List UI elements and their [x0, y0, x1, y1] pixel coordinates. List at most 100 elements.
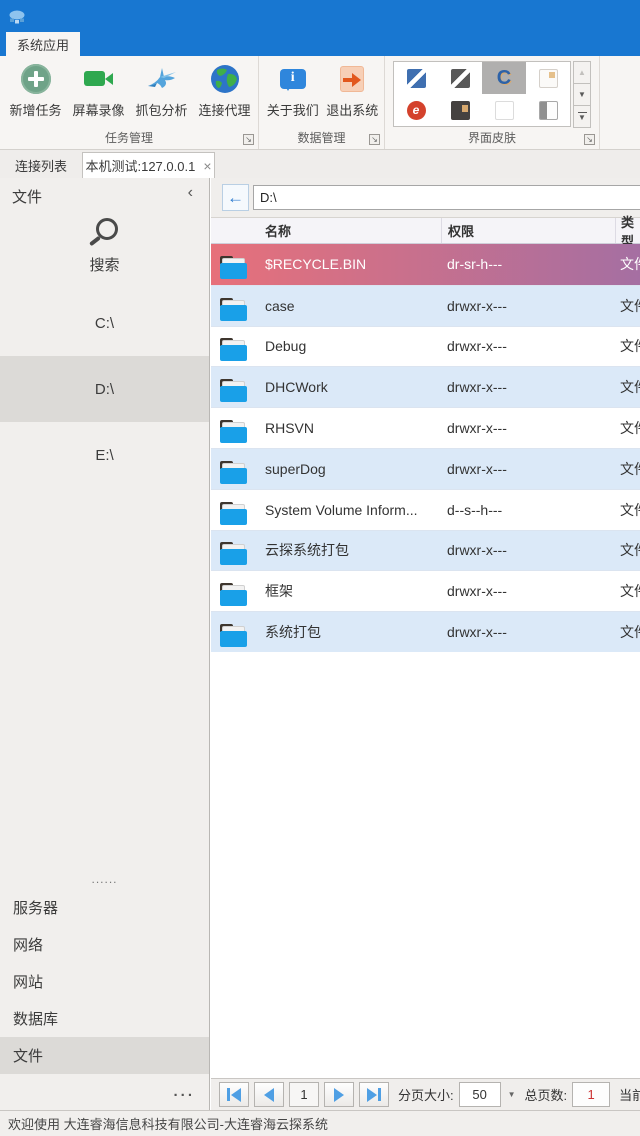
dialog-launcher-icon[interactable]: ↘ [369, 134, 380, 145]
page-size-label: 分页大小: [398, 1085, 454, 1104]
title-bar [0, 0, 640, 56]
dialog-launcher-icon[interactable]: ↘ [584, 134, 595, 145]
close-tab-icon[interactable]: × [203, 158, 211, 174]
navbar-overflow-icon[interactable]: ... [173, 1083, 195, 1100]
file-type: 文件夹 [615, 581, 640, 601]
document-tab-bar: 连接列表 本机测试:127.0.0.1 × [0, 150, 640, 178]
total-pages-label: 总页数: [525, 1085, 568, 1104]
exit-system-label: 退出系统 [326, 100, 378, 119]
column-header-type[interactable]: 类型 [615, 218, 640, 243]
ribbon: 新增任务 屏幕录像 抓包分析 [0, 56, 640, 150]
proxy-button[interactable]: 连接代理 [193, 61, 256, 119]
back-arrow-icon: ← [227, 188, 244, 208]
file-permissions: drwxr-x--- [441, 542, 615, 558]
ribbon-tab-system-apps[interactable]: 系统应用 [6, 32, 80, 56]
column-header-name[interactable]: 名称 [256, 218, 441, 243]
exit-system-button[interactable]: 退出系统 [323, 61, 383, 119]
file-permissions: drwxr-x--- [441, 461, 615, 477]
exit-arrow-icon [340, 61, 364, 97]
file-type: 文件夹 [615, 540, 640, 560]
skin-option-blue[interactable] [394, 62, 438, 94]
pagination-bar: 1 分页大小: 50 ▼ 总页数: 1 当前页: [211, 1078, 640, 1110]
page-number[interactable]: 1 [289, 1082, 319, 1107]
file-name: System Volume Inform... [256, 502, 441, 518]
collapse-panel-icon[interactable]: ‹ [188, 184, 193, 202]
previous-page-button[interactable] [254, 1082, 284, 1107]
last-page-button[interactable] [359, 1082, 389, 1107]
about-us-button[interactable]: 关于我们 [263, 61, 323, 119]
dialog-launcher-icon[interactable]: ↘ [243, 134, 254, 145]
table-row[interactable]: superDog drwxr-x--- 文件夹 [211, 448, 640, 489]
table-row[interactable]: 系统打包 drwxr-x--- 文件夹 [211, 611, 640, 652]
file-type: 文件夹 [615, 622, 640, 642]
sidebar-item-websites[interactable]: 网站 [0, 963, 209, 1000]
skin-option-metal[interactable] [526, 94, 570, 126]
page-size-select[interactable]: 50 [459, 1082, 501, 1107]
gallery-scroll-up-icon[interactable]: ▲ [573, 61, 591, 84]
last-page-icon [367, 1088, 377, 1102]
about-info-icon [280, 61, 306, 97]
sidebar-item-drive-e[interactable]: E:\ [0, 422, 209, 488]
current-page-label: 当前页: [619, 1085, 640, 1104]
file-navigation-sidebar: 文件 ‹ 搜索 C:\ D:\ E:\ ...... 服务器 网络 网站 数据库… [0, 178, 210, 1110]
file-name: DHCWork [256, 379, 441, 395]
table-row[interactable]: 框架 drwxr-x--- 文件夹 [211, 570, 640, 611]
table-header: 名称 权限 类型 [211, 218, 640, 244]
file-name: 云探系统打包 [256, 540, 441, 560]
table-row[interactable]: System Volume Inform... d--s--h--- 文件夹 [211, 489, 640, 530]
file-permissions: drwxr-x--- [441, 624, 615, 640]
table-row[interactable]: Debug drwxr-x--- 文件夹 [211, 326, 640, 367]
next-page-button[interactable] [324, 1082, 354, 1107]
address-input[interactable]: D:\ [253, 185, 640, 210]
sidebar-item-servers[interactable]: 服务器 [0, 889, 209, 926]
previous-page-icon [264, 1088, 274, 1102]
back-button[interactable]: ← [222, 184, 249, 211]
table-row[interactable]: $RECYCLE.BIN dr-sr-h--- 文件夹 [211, 244, 640, 285]
gallery-dropdown-icon[interactable]: ▼ [573, 105, 591, 128]
file-type: 文件夹 [615, 459, 640, 479]
table-row[interactable]: RHSVN drwxr-x--- 文件夹 [211, 407, 640, 448]
table-row[interactable]: 云探系统打包 drwxr-x--- 文件夹 [211, 530, 640, 571]
file-table: $RECYCLE.BIN dr-sr-h--- 文件夹 case drwxr-x… [211, 244, 640, 652]
ribbon-group-skins: C e ▲ ▼ ▼ 界面皮肤 ↘ [385, 56, 600, 149]
new-task-label: 新增任务 [9, 100, 61, 119]
address-bar: ← D:\ [211, 178, 640, 218]
first-page-button[interactable] [219, 1082, 249, 1107]
total-pages-value: 1 [572, 1082, 610, 1107]
skin-option-charcoal[interactable] [438, 94, 482, 126]
packet-capture-label: 抓包分析 [135, 100, 187, 119]
tab-connection-list[interactable]: 连接列表 [0, 152, 82, 178]
packet-capture-button[interactable]: 抓包分析 [130, 61, 193, 119]
navbar-splitter[interactable]: ...... [0, 872, 209, 886]
file-permissions: drwxr-x--- [441, 583, 615, 599]
sidebar-item-databases[interactable]: 数据库 [0, 1000, 209, 1037]
file-type: 文件夹 [615, 377, 640, 397]
tab-local-test[interactable]: 本机测试:127.0.0.1 × [82, 152, 215, 178]
app-window: 系统应用 新增任务 屏幕录像 [0, 0, 640, 1136]
skin-option-red-e[interactable]: e [394, 94, 438, 126]
gallery-scroll-down-icon[interactable]: ▼ [573, 83, 591, 106]
skin-option-faded[interactable] [482, 94, 526, 126]
skin-option-light[interactable] [526, 62, 570, 94]
file-explorer-panel: ← D:\ 名称 权限 类型 $RECYCLE.BIN dr-sr-h--- 文… [211, 178, 640, 1110]
file-type: 文件夹 [615, 254, 640, 274]
search-label[interactable]: 搜索 [0, 254, 209, 275]
sidebar-item-drive-d[interactable]: D:\ [0, 356, 209, 422]
sidebar-item-files[interactable]: 文件 [0, 1037, 209, 1074]
sidebar-item-network[interactable]: 网络 [0, 926, 209, 963]
screen-record-button[interactable]: 屏幕录像 [67, 61, 130, 119]
add-task-icon [21, 61, 51, 97]
search-icon[interactable] [88, 218, 122, 252]
screen-record-icon [84, 61, 114, 97]
table-row[interactable]: case drwxr-x--- 文件夹 [211, 285, 640, 326]
sidebar-item-drive-c[interactable]: C:\ [0, 290, 209, 356]
file-type: 文件夹 [615, 500, 640, 520]
column-header-permissions[interactable]: 权限 [441, 218, 615, 243]
table-row[interactable]: DHCWork drwxr-x--- 文件夹 [211, 366, 640, 407]
file-type: 文件夹 [615, 296, 640, 316]
new-task-button[interactable]: 新增任务 [4, 61, 67, 119]
chevron-down-icon[interactable]: ▼ [508, 1090, 516, 1099]
skin-option-dark-gray[interactable] [438, 62, 482, 94]
gallery-scrollbar: ▲ ▼ ▼ [573, 61, 591, 127]
skin-option-office-selected[interactable]: C [482, 62, 526, 94]
